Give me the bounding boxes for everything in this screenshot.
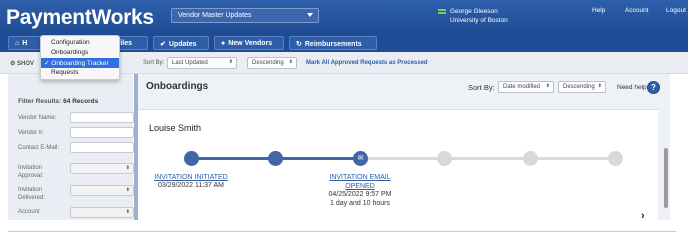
invitation-delivered-select[interactable]: ⬍ [70, 185, 134, 196]
main-sort-field-value: Date modified [503, 84, 541, 90]
nav-new-vendors-label: New Vendors [228, 40, 273, 47]
show-dropdown-menu: Configuration Onboardings ✓ Onboarding T… [40, 35, 120, 80]
wrench-icon: ⚙ [10, 61, 18, 67]
nav-updates[interactable]: ✔ Updates [153, 36, 209, 50]
contact-email-input[interactable] [70, 142, 134, 153]
main-sort-order-value: Descending [563, 84, 595, 90]
menu-item-requests[interactable]: Requests [41, 68, 119, 78]
step-dot-6 [608, 151, 623, 166]
menu-item-onboarding-tracker[interactable]: ✓ Onboarding Tracker [41, 58, 119, 68]
contact-email-label: Contact E-Mail: [18, 145, 60, 151]
menu-item-onboardings[interactable]: Onboardings [41, 48, 119, 58]
page-title: Onboardings [146, 81, 209, 92]
filter-results-label: Filter Results: [18, 98, 62, 105]
updown-icon: ⬍ [597, 83, 602, 89]
filter-sidebar: Filter Results: 64 Records Vendor Name: … [8, 74, 134, 220]
vendor-contact-name: Louise Smith [149, 123, 202, 133]
step-3-title-line1: INVITATION EMAIL [329, 174, 391, 181]
help-icon[interactable]: ? [647, 81, 660, 94]
step-dot-1 [184, 151, 199, 166]
updown-icon: ⬍ [288, 59, 293, 65]
nav-reimbursements-label: Reimbursements [304, 41, 362, 48]
account-select[interactable]: ⬍ [70, 207, 134, 218]
filter-results: Filter Results: 64 Records [18, 98, 98, 105]
home-icon: ⌂ [15, 40, 20, 47]
vendor-number-input[interactable] [70, 127, 134, 138]
onboardings-panel: Onboardings Sort By: Date modified ⬍ Des… [138, 74, 670, 222]
invitation-approval-select[interactable]: ⬍ [70, 163, 134, 174]
updown-icon: ⬍ [125, 209, 130, 215]
chevron-down-icon [307, 13, 313, 17]
sort-field-value: Last Updated [172, 60, 208, 66]
mark-all-processed-link[interactable]: Mark All Approved Requests as Processed [306, 60, 428, 66]
main-sort-order-select[interactable]: Descending ⬍ [558, 81, 606, 93]
sort-order-select[interactable]: Descending ⬍ [247, 57, 297, 69]
step-3-date: 04/25/2022 9:57 PM [328, 191, 392, 198]
step-invitation-email-opened[interactable]: INVITATION EMAIL OPENED [316, 174, 404, 191]
vendor-name-label: Vendor Name: [18, 115, 57, 121]
step-dot-2 [268, 151, 283, 166]
invitation-delivered-label: Invitation Delivered: [18, 187, 46, 201]
logout-link[interactable]: Logout [666, 7, 686, 14]
check-icon: ✔ [160, 41, 166, 48]
main-sort-field-select[interactable]: Date modified ⬍ [498, 81, 554, 93]
show-label: ⚙ SHOV [10, 60, 34, 67]
show-text: SHOV [17, 61, 35, 67]
sort-by-label: Sort By: [143, 60, 165, 66]
nav-home-label: H [22, 40, 28, 47]
filter-results-count: 64 Records [63, 98, 99, 105]
refresh-icon: ↻ [296, 41, 302, 48]
updown-icon: ⬍ [228, 59, 233, 65]
step-dot-4 [437, 151, 452, 166]
info-icon: ● [221, 40, 226, 47]
user-info: George Gleeson University of Boston [438, 7, 508, 25]
step-3-title-line2: OPENED [345, 182, 375, 190]
updown-icon: ⬍ [125, 187, 130, 193]
vendor-select-value: Vendor Master Updates [178, 12, 252, 19]
account-link[interactable]: Account [625, 7, 649, 14]
help-link[interactable]: Help [592, 7, 605, 14]
menu-item-configuration[interactable]: Configuration [41, 38, 119, 48]
menu-icon-line [438, 12, 446, 14]
menu-item-onboarding-tracker-label: Onboarding Tracker [51, 60, 109, 67]
step-3-duration: 1 day and 10 hours [330, 200, 390, 207]
nav-updates-label: Updates [168, 41, 197, 48]
top-header: PaymentWorks Vendor Master Updates Georg… [0, 0, 688, 34]
onboarding-card: Louise Smith ✉ INVITATION INITIATED 03/2… [138, 109, 668, 222]
account-label: Account [18, 209, 40, 215]
step-dot-3-email-icon: ✉ [353, 151, 368, 166]
sort-order-value: Descending [252, 60, 284, 66]
menu-icon [438, 9, 446, 11]
invitation-approval-label: Invitation Approval: [18, 165, 44, 179]
vendor-number-label: Vendor #: [18, 130, 44, 136]
step-1-date: 03/29/2022 11:37 AM [157, 182, 225, 189]
paymentworks-logo[interactable]: PaymentWorks [6, 6, 154, 30]
main-sort-by-label: Sort By: [468, 83, 495, 92]
user-org: University of Boston [450, 17, 508, 24]
user-name: George Gleeson [450, 8, 498, 15]
next-arrow-icon[interactable]: › [641, 210, 645, 222]
need-help-link[interactable]: Need help [617, 84, 647, 91]
updown-icon: ⬍ [125, 165, 130, 171]
progress-line-pending [360, 157, 618, 160]
vendor-name-input[interactable] [70, 112, 134, 123]
page-divider [8, 231, 676, 232]
vendor-master-select[interactable]: Vendor Master Updates [171, 8, 319, 23]
step-dot-5 [523, 151, 538, 166]
nav-reimbursements[interactable]: ↻ Reimbursements [289, 36, 377, 50]
sort-field-select[interactable]: Last Updated ⬍ [167, 57, 237, 69]
updown-icon: ⬍ [545, 83, 550, 89]
vertical-scrollbar[interactable] [664, 148, 668, 208]
nav-new-vendors[interactable]: ● New Vendors [214, 36, 284, 50]
